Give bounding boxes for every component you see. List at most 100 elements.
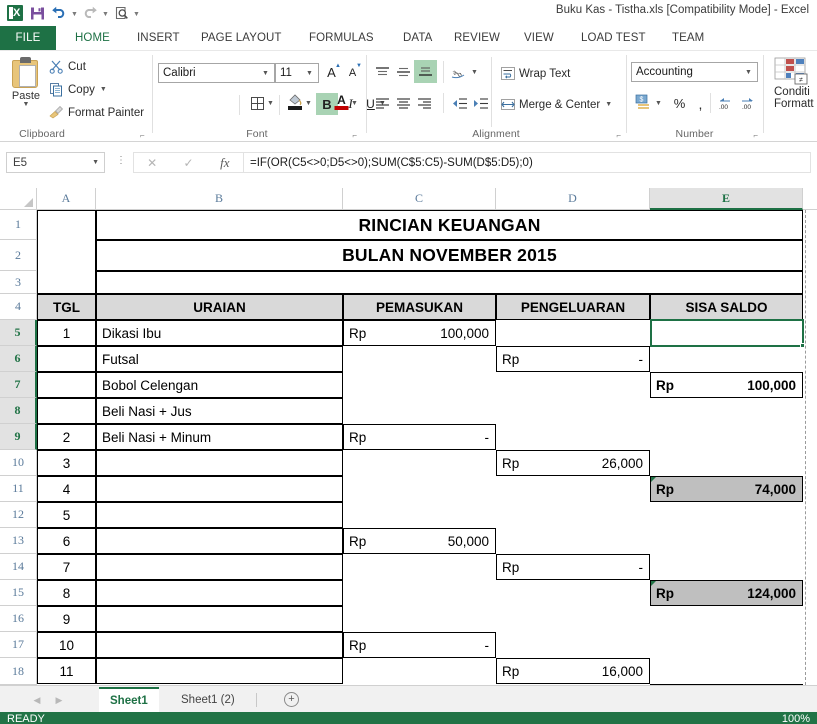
align-top-button[interactable] [372, 62, 393, 83]
font-color-dropdown-caret-icon[interactable]: ▼ [349, 93, 360, 114]
number-format-select[interactable]: Accounting ▼ [631, 62, 758, 82]
undo-dropdown-caret-icon[interactable]: ▼ [70, 2, 79, 24]
formula-input[interactable]: =IF(OR(C5<>0;D5<>0);SUM(C$5:C5)-SUM(D$5:… [243, 152, 811, 173]
cell-row3-blank[interactable] [96, 271, 803, 294]
tab-view[interactable]: VIEW [515, 26, 563, 50]
increase-decimal-button[interactable]: .00 [737, 92, 757, 113]
row-header-17[interactable]: 17 [0, 632, 37, 658]
number-dialog-launcher[interactable]: ⌐ [753, 131, 758, 140]
font-name-input[interactable]: Calibri ▼ [158, 63, 275, 83]
table-header-tgl[interactable]: TGL [37, 294, 96, 320]
cell-uraian-r13[interactable] [96, 528, 343, 554]
conditional-formatting-button[interactable]: ≠ Conditi Formatt [774, 57, 814, 110]
orientation-button[interactable]: a b [449, 61, 469, 82]
tab-formulas[interactable]: FORMULAS [300, 26, 383, 50]
column-header-c[interactable]: C [343, 188, 496, 210]
clipboard-dialog-launcher[interactable]: ⌐ [140, 131, 145, 140]
tab-team[interactable]: TEAM [663, 26, 713, 50]
table-header-pengeluaran[interactable]: PENGELUARAN [496, 294, 650, 320]
copy-dropdown-caret-icon[interactable]: ▼ [100, 86, 107, 93]
select-all-button[interactable] [0, 188, 37, 210]
cell-tgl-r17[interactable]: 10 [37, 632, 96, 658]
increase-font-size-button[interactable]: A ▲ [321, 62, 342, 83]
column-header-d[interactable]: D [496, 188, 650, 210]
cell-sisa-saldo-r6[interactable]: Rp 74,000 [650, 476, 803, 502]
cell-uraian-r8[interactable]: Beli Nasi + Jus [96, 398, 343, 424]
cell-uraian-r6[interactable]: Futsal [96, 346, 343, 372]
cell-tgl-r12[interactable]: 5 [37, 502, 96, 528]
undo-arrow-icon[interactable] [48, 2, 70, 24]
nav-prev-icon[interactable]: ◀ [29, 692, 45, 708]
percent-style-button[interactable]: % [669, 93, 690, 114]
cell-tgl-r16[interactable]: 9 [37, 606, 96, 632]
tab-data[interactable]: DATA [394, 26, 441, 50]
formula-warning-triangle-icon[interactable] [651, 477, 656, 482]
table-header-sisa-saldo[interactable]: SISA SALDO [650, 294, 803, 320]
row-header-15[interactable]: 15 [0, 580, 37, 606]
orientation-dropdown-caret-icon[interactable]: ▼ [469, 62, 480, 83]
row-header-5[interactable]: 5 [0, 320, 37, 346]
borders-dropdown-caret-icon[interactable]: ▼ [265, 93, 276, 114]
cell-pemasukan-r8[interactable]: Rp - [343, 632, 496, 658]
add-sheet-button[interactable]: + [284, 692, 299, 707]
nav-next-icon[interactable]: ▶ [51, 692, 67, 708]
cell-sisa-saldo-r7[interactable]: Rp 124,000 [650, 580, 803, 606]
tab-load-test[interactable]: LOAD TEST [572, 26, 655, 50]
overflow-caret-icon[interactable]: ▼ [132, 2, 141, 24]
cell-tgl-r13[interactable]: 6 [37, 528, 96, 554]
cell-uraian-r14[interactable] [96, 554, 343, 580]
cell-pengeluaran-r8[interactable]: Rp 16,000 [496, 658, 650, 684]
align-right-button[interactable] [414, 93, 435, 114]
tab-home[interactable]: HOME [66, 26, 119, 51]
decrease-indent-button[interactable] [449, 93, 470, 114]
font-name-caret-icon[interactable]: ▼ [259, 64, 272, 82]
cell-title-line2[interactable]: BULAN NOVEMBER 2015 [96, 240, 803, 271]
accounting-format-button[interactable]: $ [633, 91, 653, 112]
cell-sisa-saldo-r5[interactable]: Rp 100,000 [650, 372, 803, 398]
row-header-10[interactable]: 10 [0, 450, 37, 476]
paste-dropdown-caret-icon[interactable]: ▼ [23, 101, 30, 108]
wrap-text-button[interactable]: Wrap Text [499, 64, 570, 83]
row-header-7[interactable]: 7 [0, 372, 37, 398]
print-preview-icon[interactable] [110, 2, 132, 24]
font-size-input[interactable]: 11 ▼ [275, 63, 319, 83]
cell-tgl-r6[interactable] [37, 346, 96, 372]
align-center-button[interactable] [393, 93, 414, 114]
row-header-13[interactable]: 13 [0, 528, 37, 554]
row-header-6[interactable]: 6 [0, 346, 37, 372]
sheet-tab-sheet1[interactable]: Sheet1 [99, 687, 159, 713]
row-header-18[interactable]: 18 [0, 658, 37, 685]
align-left-button[interactable] [372, 93, 393, 114]
font-size-caret-icon[interactable]: ▼ [303, 64, 316, 82]
cell-tgl-r18[interactable]: 11 [37, 658, 96, 684]
cancel-x-icon[interactable]: ✕ [134, 156, 170, 170]
redo-dropdown-caret-icon[interactable]: ▼ [101, 2, 110, 24]
row-header-4[interactable]: 4 [0, 294, 37, 320]
copy-button[interactable]: Copy ▼ [48, 80, 107, 99]
table-header-uraian[interactable]: URAIAN [96, 294, 343, 320]
column-header-e[interactable]: E [650, 188, 803, 210]
save-icon[interactable] [26, 2, 48, 24]
row-header-2[interactable]: 2 [0, 240, 37, 271]
font-dialog-launcher[interactable]: ⌐ [352, 131, 357, 140]
name-box[interactable]: E5 ▼ [6, 152, 105, 173]
cell-uraian-r16[interactable] [96, 606, 343, 632]
increase-indent-button[interactable] [470, 93, 491, 114]
cell-uraian-r11[interactable] [96, 476, 343, 502]
row-header-12[interactable]: 12 [0, 502, 37, 528]
cell-pemasukan-r6[interactable]: Rp - [343, 424, 496, 450]
row-header-14[interactable]: 14 [0, 554, 37, 580]
cell-uraian-r18[interactable] [96, 658, 343, 684]
tab-review[interactable]: REVIEW [445, 26, 509, 50]
accounting-dropdown-caret-icon[interactable]: ▼ [653, 93, 664, 114]
cell-uraian-r15[interactable] [96, 580, 343, 606]
cell-uraian-r7[interactable]: Bobol Celengan [96, 372, 343, 398]
merge-center-button[interactable]: Merge & Center ▼ [499, 95, 612, 114]
cell-pengeluaran-r7[interactable]: Rp - [496, 554, 650, 580]
enter-check-icon[interactable]: ✓ [170, 156, 206, 170]
merge-center-dropdown-caret-icon[interactable]: ▼ [605, 101, 612, 108]
number-format-caret-icon[interactable]: ▼ [742, 63, 755, 81]
format-painter-button[interactable]: Format Painter [48, 103, 144, 122]
cell-uraian-r9[interactable]: Beli Nasi + Minum [96, 424, 343, 450]
decrease-decimal-button[interactable]: .00 [716, 92, 736, 113]
